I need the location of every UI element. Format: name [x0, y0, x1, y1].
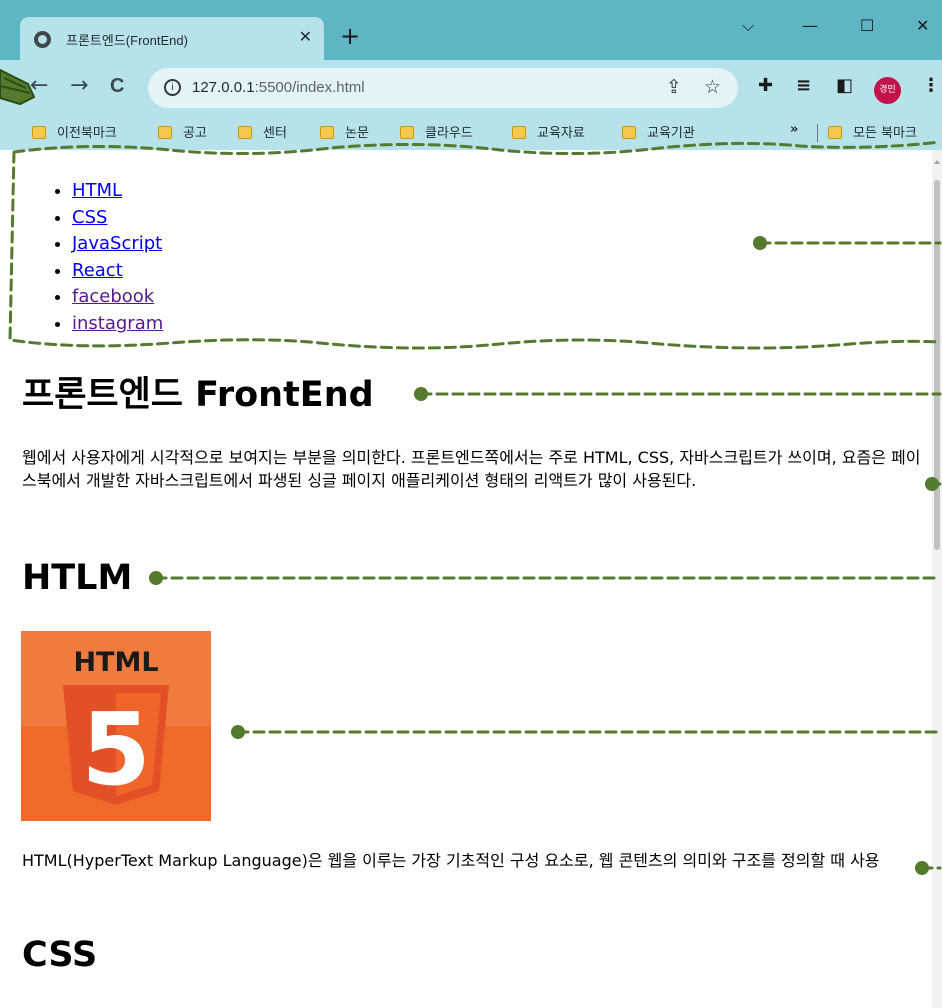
bookmark-folder[interactable]: 이전북마크 [32, 122, 117, 141]
share-icon[interactable]: ⇪ [666, 76, 682, 98]
page-title: 프론트엔드 FrontEnd [22, 375, 374, 415]
folder-icon [32, 126, 46, 139]
tab-title: 프론트엔드(FrontEnd) [66, 33, 188, 48]
nav-link-instagram[interactable]: instagram [72, 313, 163, 334]
toolbar: ← → C i 127.0.0.1:5500/index.html ⇪ ☆ ✚ … [0, 60, 942, 116]
nav-link-html[interactable]: HTML [72, 180, 122, 201]
nav-link-css[interactable]: CSS [72, 207, 107, 228]
address-bar[interactable]: i 127.0.0.1:5500/index.html ⇪ ☆ [148, 68, 738, 108]
scroll-up-arrow-icon[interactable] [934, 160, 940, 164]
url-path: :5500/index.html [254, 79, 365, 96]
bookmarks-divider [817, 124, 818, 142]
reading-list-icon[interactable]: ≡ [796, 76, 811, 96]
bookmark-folder[interactable]: 클라우드 [400, 122, 473, 141]
star-icon[interactable]: ☆ [704, 76, 721, 98]
nav-link-react[interactable]: React [72, 260, 123, 281]
tab-strip: 프론트엔드(FrontEnd) ✕ + ⌵ — ☐ ✕ [0, 0, 942, 62]
bookmark-folder[interactable]: 교육자료 [512, 122, 585, 141]
nav-item: React [72, 258, 163, 285]
html5-logo: HTML 5 [21, 631, 211, 821]
nav-link-facebook[interactable]: facebook [72, 286, 154, 307]
avatar[interactable]: 경민 [874, 77, 901, 104]
tab-search-button[interactable]: ⌵ [742, 16, 754, 36]
window-close-button[interactable]: ✕ [916, 16, 929, 35]
bookmarks-overflow-button[interactable]: » [790, 122, 798, 137]
html5-logo-digit: 5 [81, 691, 151, 808]
bookmark-folder[interactable]: 공고 [158, 122, 207, 141]
new-tab-button[interactable]: + [340, 24, 360, 48]
nav-item: facebook [72, 284, 163, 311]
info-icon[interactable]: i [164, 79, 181, 96]
folder-icon [512, 126, 526, 139]
puzzle-icon[interactable]: ✚ [758, 76, 773, 96]
minimize-button[interactable]: — [802, 16, 818, 35]
back-arrow-icon[interactable]: ← [30, 75, 48, 97]
nav-item: JavaScript [72, 231, 163, 258]
nav-item: instagram [72, 311, 163, 338]
bookmarks-bar: 이전북마크 공고 센터 논문 클라우드 교육자료 교육기관 » 모든 북마크 [0, 116, 942, 150]
page-viewport: HTML CSS JavaScript React facebook insta… [10, 150, 932, 1008]
bookmark-folder[interactable]: 센터 [238, 122, 287, 141]
html-description: HTML(HyperText Markup Language)은 웹을 이루는 … [22, 851, 880, 870]
section-title-css: CSS [22, 935, 98, 975]
bookmark-folder[interactable]: 논문 [320, 122, 369, 141]
folder-icon [400, 126, 414, 139]
vertical-scrollbar[interactable] [932, 150, 942, 1008]
folder-icon [320, 126, 334, 139]
nav-item: HTML [72, 178, 163, 205]
nav-list: HTML CSS JavaScript React facebook insta… [72, 178, 163, 338]
globe-icon [34, 31, 51, 48]
close-icon[interactable]: ✕ [299, 27, 312, 46]
forward-arrow-icon[interactable]: → [70, 75, 88, 97]
nav-link-javascript[interactable]: JavaScript [72, 233, 162, 254]
url-host: 127.0.0.1 [192, 79, 255, 96]
intro-paragraph: 웹에서 사용자에게 시각적으로 보여지는 부분을 의미한다. 프론트엔드쪽에서는… [22, 448, 921, 490]
kebab-menu-icon[interactable]: ⋮ [922, 76, 940, 96]
html5-logo-text: HTML [73, 647, 158, 678]
folder-icon [238, 126, 252, 139]
url-text[interactable]: 127.0.0.1:5500/index.html [192, 79, 365, 96]
folder-icon [622, 126, 636, 139]
folder-icon [828, 126, 842, 139]
maximize-button[interactable]: ☐ [860, 16, 874, 35]
bookmark-folder[interactable]: 교육기관 [622, 122, 695, 141]
side-panel-icon[interactable]: ◧ [836, 76, 853, 96]
all-bookmarks-folder[interactable]: 모든 북마크 [828, 122, 917, 141]
reload-icon[interactable]: C [110, 75, 124, 97]
scroll-thumb[interactable] [934, 180, 940, 550]
folder-icon [158, 126, 172, 139]
active-tab[interactable]: 프론트엔드(FrontEnd) ✕ [20, 17, 324, 62]
section-title-html: HTLM [22, 558, 133, 598]
nav-item: CSS [72, 205, 163, 232]
browser-chrome: 프론트엔드(FrontEnd) ✕ + ⌵ — ☐ ✕ ← → C i 127.… [0, 0, 942, 150]
